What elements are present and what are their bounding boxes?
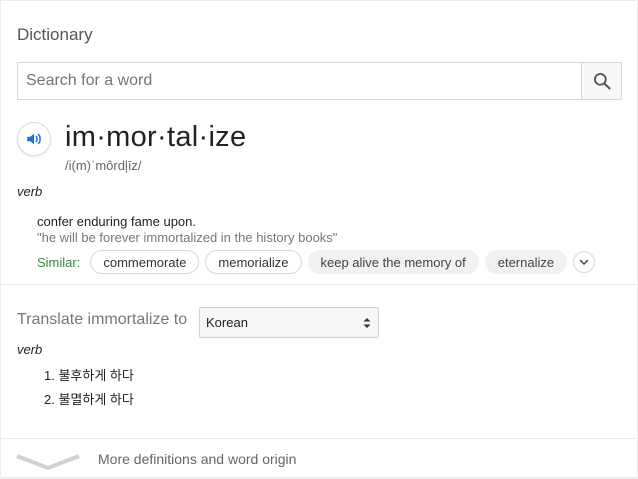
search-bar (17, 62, 622, 100)
translation-item: 1. 불후하게 하다 (44, 368, 134, 383)
similar-chip[interactable]: memorialize (205, 250, 302, 274)
selected-language: Korean (206, 315, 248, 330)
expand-similar-button[interactable] (573, 251, 596, 273)
headword: im·mor·tal·ize (65, 121, 247, 153)
chevron-down-large-icon (16, 454, 80, 470)
select-arrows-icon (363, 317, 371, 328)
similar-label: Similar: (37, 254, 81, 270)
translation-item: 2. 불멸하게 하다 (44, 392, 134, 407)
search-input[interactable] (18, 63, 581, 99)
similar-row: Similar: commemorate memorialize keep al… (37, 249, 596, 275)
speaker-icon (27, 133, 41, 145)
phonetic: /i(m)ˈmôrdl̩īz/ (65, 158, 142, 173)
pronounce-button[interactable] (17, 122, 51, 156)
dictionary-title: Dictionary (17, 25, 93, 44)
section-divider (1, 284, 638, 285)
similar-chip[interactable]: commemorate (90, 250, 200, 274)
translate-label: Translate immortalize to (17, 311, 188, 328)
definition: confer enduring fame upon. (37, 214, 196, 229)
more-definitions-label: More definitions and word origin (98, 451, 297, 467)
example-sentence: "he will be forever immortalized in the … (37, 230, 338, 245)
chevron-down-icon (579, 259, 589, 266)
search-button[interactable] (581, 63, 621, 99)
dictionary-card: Dictionary im·mor·tal·ize /i(m)ˈmôrdl̩īz… (0, 0, 638, 478)
search-icon (593, 73, 610, 90)
language-select[interactable]: Korean (199, 307, 379, 338)
more-definitions-button[interactable]: More definitions and word origin (1, 439, 638, 479)
similar-chip[interactable]: keep alive the memory of (307, 250, 479, 274)
translation-part-of-speech: verb (17, 342, 43, 357)
translation-list: 1. 불후하게 하다 2. 불멸하게 하다 (44, 367, 134, 415)
part-of-speech: verb (17, 184, 43, 199)
similar-chip[interactable]: eternalize (484, 250, 568, 274)
